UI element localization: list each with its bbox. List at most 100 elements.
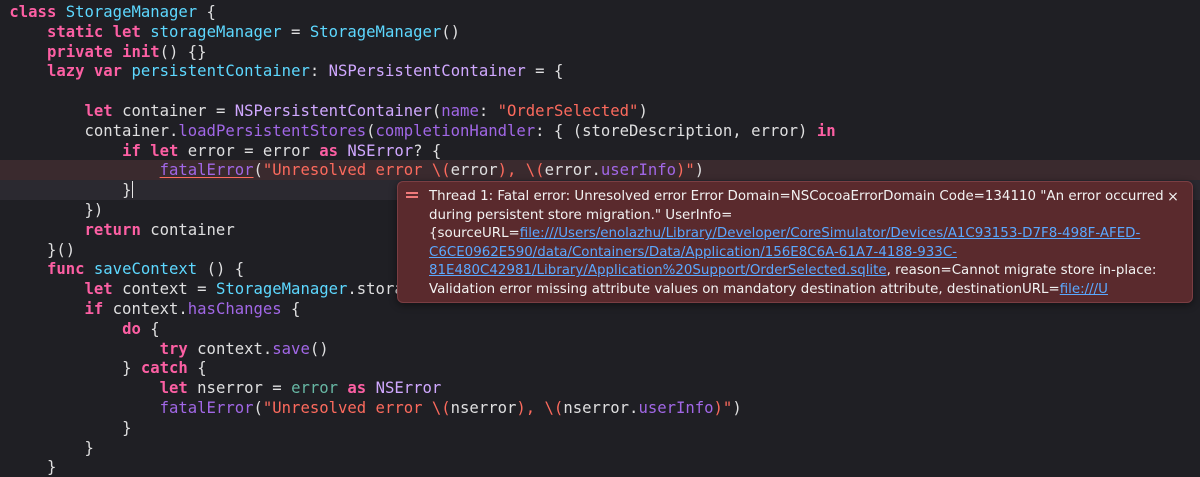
code-line[interactable]: do { — [0, 319, 1200, 339]
code-token: in — [816, 121, 836, 140]
code-token: )" — [713, 399, 733, 417]
code-token: container — [122, 102, 207, 120]
code-token: "Unresolved error \( — [262, 399, 451, 417]
code-token: { — [197, 359, 207, 378]
code-token: let — [159, 379, 198, 398]
code-token: NSError — [347, 141, 414, 160]
code-token: () — [441, 22, 461, 41]
code-token: let — [84, 280, 123, 299]
code-line[interactable]: try context.save() — [0, 339, 1200, 359]
code-token: try — [159, 339, 198, 358]
code-line[interactable]: let container = NSPersistentContainer(na… — [0, 101, 1200, 121]
code-token: hasChanges — [187, 300, 282, 318]
code-line[interactable]: lazy var persistentContainer: NSPersiste… — [0, 61, 1200, 81]
code-line[interactable]: container.loadPersistentStores(completio… — [0, 121, 1200, 141]
code-token: ) — [732, 399, 742, 417]
file-url-link[interactable]: file:///U — [1060, 282, 1108, 297]
code-token: loadPersistentStores — [178, 121, 367, 140]
code-token: }() — [46, 240, 76, 259]
code-token: = { — [525, 62, 564, 81]
code-token: let — [150, 141, 188, 160]
code-token: .stora — [347, 280, 404, 299]
code-token: do — [122, 319, 151, 338]
code-token: if — [122, 141, 151, 160]
code-token: userInfo — [600, 161, 677, 180]
code-token: storageManager — [150, 22, 282, 41]
code-line[interactable]: } — [0, 457, 1200, 477]
close-button[interactable]: × — [1166, 190, 1180, 204]
code-token: ), \( — [497, 161, 545, 180]
code-line[interactable]: fatalError("Unresolved error \(error), \… — [0, 160, 1200, 181]
code-token: let — [112, 22, 151, 41]
code-token: ( — [366, 121, 376, 140]
code-token: ) — [638, 102, 648, 120]
code-token: name — [441, 102, 479, 120]
code-line[interactable]: private init() {} — [0, 42, 1200, 62]
code-token: "Unresolved error \( — [262, 161, 451, 180]
code-token: nserror = — [197, 379, 292, 398]
code-line[interactable]: static let storageManager = StorageManag… — [0, 22, 1200, 42]
code-line[interactable]: } — [0, 418, 1200, 438]
code-token: fatalError — [159, 399, 254, 417]
code-token: } — [46, 458, 57, 477]
code-token: StorageManager — [65, 3, 198, 21]
code-token: let — [84, 102, 123, 120]
code-token: )" — [676, 161, 695, 180]
code-token: as — [319, 141, 348, 160]
code-token: class — [9, 3, 66, 21]
code-token: StorageManager — [309, 22, 442, 41]
code-line[interactable]: if let error = error as NSError? { — [0, 141, 1200, 161]
code-token: () — [309, 339, 329, 358]
code-token: }) — [84, 201, 104, 219]
code-token: = — [281, 22, 310, 41]
code-token: "OrderSelected" — [497, 102, 639, 120]
code-token: fatalError — [159, 161, 254, 180]
code-token: container. — [84, 121, 179, 140]
code-token: error — [291, 379, 348, 398]
code-token: persistentContainer — [131, 62, 310, 81]
code-token: lazy — [46, 62, 94, 81]
code-line[interactable]: } catch { — [0, 358, 1200, 378]
code-token: completionHandler — [375, 121, 536, 140]
code-token: container — [150, 220, 235, 239]
code-token: NSError — [375, 379, 442, 398]
error-popover: Thread 1: Fatal error: Unresolved error … — [397, 181, 1193, 303]
code-token: { — [197, 3, 216, 21]
code-token: error. — [544, 161, 601, 180]
code-token: { — [150, 319, 160, 338]
error-message: Thread 1: Fatal error: Unresolved error … — [429, 188, 1169, 300]
code-token: { — [281, 300, 301, 318]
code-token: ? { — [413, 141, 442, 160]
code-token: ( — [431, 102, 442, 120]
code-token: NSPersistentContainer — [328, 62, 526, 81]
code-line[interactable]: class StorageManager { — [0, 2, 1200, 22]
code-token: ) — [694, 161, 705, 180]
code-token: saveContext — [93, 260, 198, 279]
code-line[interactable]: fatalError("Unresolved error \(nserror),… — [0, 398, 1200, 418]
code-token: as — [347, 379, 376, 398]
code-token: context. — [197, 339, 273, 358]
code-line[interactable]: let nserror = error as NSError — [0, 378, 1200, 398]
code-token: ( — [253, 399, 263, 417]
code-token: private — [46, 42, 123, 61]
code-token: : — [309, 62, 329, 81]
code-token: error = error — [187, 141, 320, 160]
code-token: if — [84, 300, 113, 318]
code-line[interactable] — [0, 81, 1200, 101]
close-icon[interactable]: × — [1167, 189, 1179, 205]
code-line[interactable]: } — [0, 438, 1200, 458]
